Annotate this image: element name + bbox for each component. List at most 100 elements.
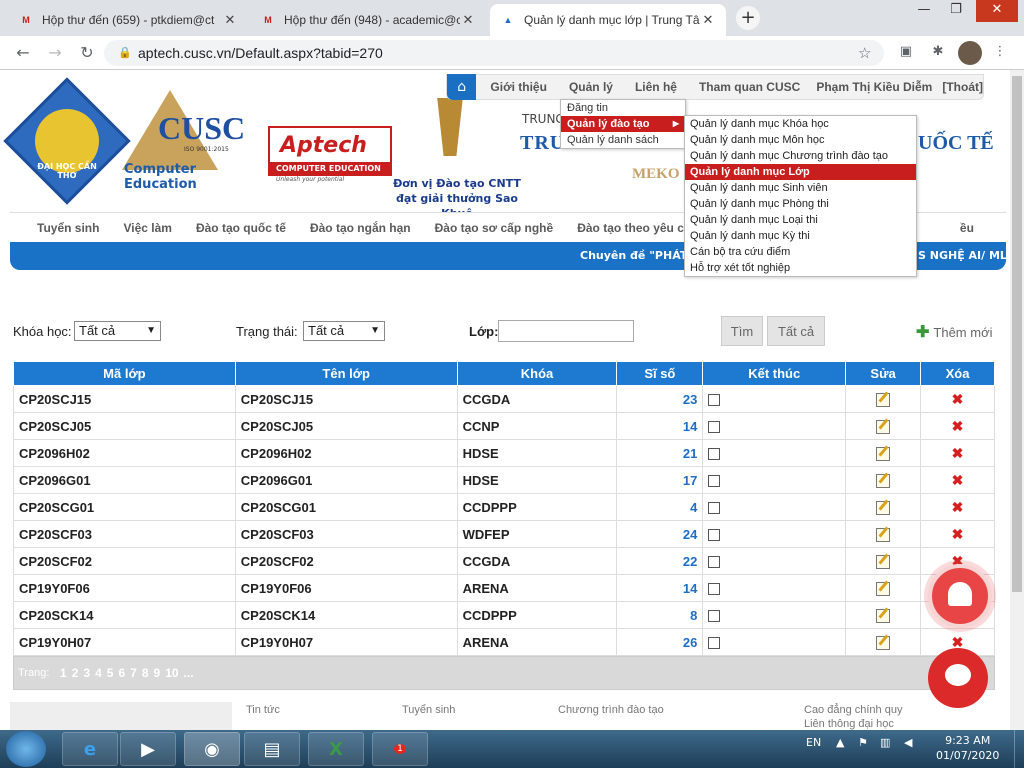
ket-thuc-checkbox[interactable] <box>708 394 721 407</box>
pager-link[interactable]: 2 <box>72 666 79 680</box>
mainnav-tuyen-sinh[interactable]: Tuyển sinh <box>37 221 99 235</box>
chevron-up-icon[interactable]: ▲ <box>836 736 844 749</box>
cell-si-so[interactable]: 17 <box>616 466 704 494</box>
cell-si-so[interactable]: 26 <box>616 628 704 656</box>
url-input[interactable]: 🔒 aptech.cusc.vn/Default.aspx?tabid=270 <box>104 40 884 66</box>
window-close-button[interactable]: ✕ <box>976 0 1018 22</box>
col-si-so[interactable]: Sĩ số <box>616 361 704 386</box>
cell-si-so[interactable]: 14 <box>616 412 704 440</box>
pager-link[interactable]: 8 <box>142 666 149 680</box>
footer-tin-tuc[interactable]: Tin tức <box>246 704 280 716</box>
nav-gioi-thieu[interactable]: Giới thiệu <box>490 80 547 94</box>
minimize-button[interactable]: — <box>910 0 938 22</box>
forward-icon[interactable]: → <box>44 42 66 64</box>
pager-link[interactable]: 6 <box>118 666 125 680</box>
submenu-khoa-hoc[interactable]: Quản lý danh mục Khóa học <box>685 116 916 132</box>
submenu-sinh-vien[interactable]: Quản lý danh mục Sinh viên <box>685 180 916 196</box>
pager-link[interactable]: 5 <box>107 666 114 680</box>
delete-icon[interactable]: ✖ <box>952 418 964 434</box>
pager-link[interactable]: 4 <box>95 666 102 680</box>
edit-icon[interactable] <box>876 581 891 596</box>
show-desktop-button[interactable] <box>1014 730 1024 768</box>
mainnav-trailing[interactable]: ều <box>960 221 974 235</box>
network-icon[interactable]: ▥ <box>880 736 890 749</box>
menu-quan-ly-dao-tao[interactable]: Quản lý đào tạo ▶ <box>561 116 685 132</box>
restore-button[interactable]: ❐ <box>942 0 970 22</box>
start-button[interactable] <box>6 731 46 767</box>
ket-thuc-checkbox[interactable] <box>708 502 721 515</box>
tat-ca-button[interactable]: Tất cả <box>767 316 825 346</box>
cell-si-so[interactable]: 21 <box>616 439 704 467</box>
delete-icon[interactable]: ✖ <box>952 391 964 407</box>
cell-si-so[interactable]: 14 <box>616 574 704 602</box>
footer-tuyen-sinh[interactable]: Tuyển sinh <box>402 704 455 716</box>
browser-tab-gmail-1[interactable]: M Hộp thư đến (659) - ptkdiem@ct ✕ <box>8 4 248 36</box>
submenu-phong-thi[interactable]: Quản lý danh mục Phòng thi <box>685 196 916 212</box>
browser-tab-gmail-2[interactable]: M Hộp thư đến (948) - academic@c ✕ <box>250 4 486 36</box>
menu-kebab-icon[interactable]: ⋮ <box>990 44 1010 62</box>
submenu-tra-cuu-diem[interactable]: Cán bộ tra cứu điểm <box>685 244 916 260</box>
ket-thuc-checkbox[interactable] <box>708 421 721 434</box>
khoahoc-select[interactable]: Tất cả ▼ <box>74 321 161 341</box>
chrome-icon[interactable]: ◉ <box>184 732 240 766</box>
submenu-ky-thi[interactable]: Quản lý danh mục Kỳ thi <box>685 228 916 244</box>
them-moi-button[interactable]: ✚ Thêm mới <box>916 322 993 342</box>
cell-si-so[interactable]: 23 <box>616 385 704 413</box>
bookmark-star-icon[interactable]: ☆ <box>858 44 871 62</box>
submenu-xet-tot-nghiep[interactable]: Hỗ trợ xét tốt nghiệp <box>685 260 916 276</box>
mainnav-theo-yeu-cau[interactable]: Đào tạo theo yêu cầu <box>577 221 698 235</box>
back-icon[interactable]: ← <box>12 42 34 64</box>
scrollbar-thumb[interactable] <box>1012 76 1022 592</box>
submenu-chuong-trinh[interactable]: Quản lý danh mục Chương trình đào tạo <box>685 148 916 164</box>
announcement-right[interactable]: S NGHỆ AI/ ML" <box>918 249 1010 262</box>
edit-icon[interactable] <box>876 500 891 515</box>
pager-link[interactable]: 3 <box>83 666 90 680</box>
edit-icon[interactable] <box>876 392 891 407</box>
mainnav-dao-tao-ngan-han[interactable]: Đào tạo ngắn hạn <box>310 221 411 235</box>
excel-icon[interactable]: X <box>308 732 364 766</box>
notification-bell-button[interactable] <box>928 564 992 628</box>
ket-thuc-checkbox[interactable] <box>708 637 721 650</box>
ket-thuc-checkbox[interactable] <box>708 556 721 569</box>
col-ten-lop[interactable]: Tên lớp <box>234 361 458 386</box>
nav-logout[interactable]: [Thoát] <box>942 80 983 94</box>
footer-chuong-trinh[interactable]: Chương trình đào tạo <box>558 704 664 716</box>
edit-icon[interactable] <box>876 473 891 488</box>
col-khoa[interactable]: Khóa <box>456 361 618 386</box>
edit-icon[interactable] <box>876 527 891 542</box>
pager-link[interactable]: 7 <box>130 666 137 680</box>
volume-icon[interactable]: ◀ <box>904 736 912 749</box>
edit-icon[interactable] <box>876 446 891 461</box>
browser-tab-active[interactable]: ▲ Quản lý danh mục lớp | Trung Tâ ✕ <box>490 4 726 36</box>
cell-si-so[interactable]: 8 <box>616 601 704 629</box>
nav-lien-he[interactable]: Liên hệ <box>635 80 677 94</box>
col-ma-lop[interactable]: Mã lớp <box>13 361 236 386</box>
ket-thuc-checkbox[interactable] <box>708 583 721 596</box>
close-icon[interactable]: ✕ <box>460 12 476 28</box>
edit-icon[interactable] <box>876 419 891 434</box>
pager-link[interactable]: 9 <box>154 666 161 680</box>
pager-link[interactable]: ... <box>184 666 194 680</box>
language-indicator[interactable]: EN <box>806 736 821 749</box>
tim-button[interactable]: Tìm <box>721 316 763 346</box>
reload-icon[interactable]: ↻ <box>76 42 98 64</box>
cell-si-so[interactable]: 22 <box>616 547 704 575</box>
submenu-mon-hoc[interactable]: Quản lý danh mục Môn học <box>685 132 916 148</box>
menu-dang-tin[interactable]: Đăng tin <box>561 100 685 116</box>
flag-icon[interactable]: ⚑ <box>858 736 868 749</box>
nav-tham-quan[interactable]: Tham quan CUSC <box>699 80 800 94</box>
ket-thuc-checkbox[interactable] <box>708 475 721 488</box>
mainnav-so-cap-nghe[interactable]: Đào tạo sơ cấp nghề <box>435 221 554 235</box>
delete-icon[interactable]: ✖ <box>952 445 964 461</box>
edit-icon[interactable] <box>876 554 891 569</box>
pager-link[interactable]: 10 <box>165 666 178 680</box>
close-icon[interactable]: ✕ <box>700 12 716 28</box>
nav-user-name[interactable]: Phạm Thị Kiều Diễm <box>816 80 932 94</box>
ie-icon[interactable]: e <box>62 732 118 766</box>
nav-quan-ly[interactable]: Quản lý <box>569 80 613 94</box>
ket-thuc-checkbox[interactable] <box>708 529 721 542</box>
cell-si-so[interactable]: 24 <box>616 520 704 548</box>
cast-icon[interactable]: ▣ <box>896 44 916 62</box>
submenu-loai-thi[interactable]: Quản lý danh mục Loại thi <box>685 212 916 228</box>
submenu-lop[interactable]: Quản lý danh mục Lớp <box>685 164 916 180</box>
